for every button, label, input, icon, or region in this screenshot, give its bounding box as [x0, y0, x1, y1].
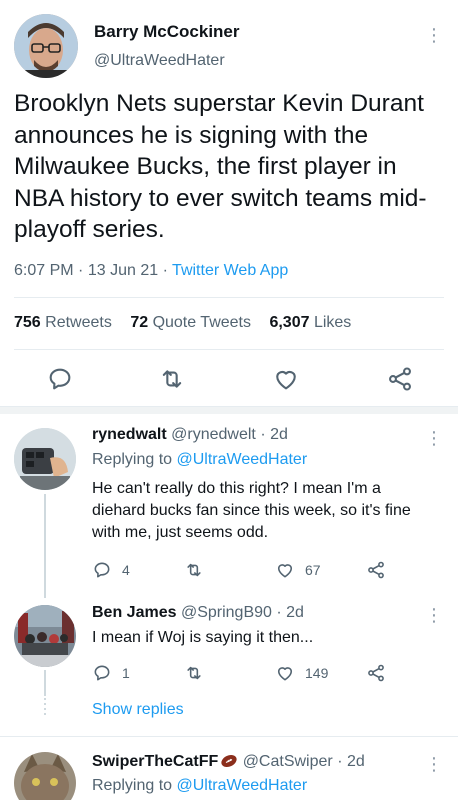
reply-author-name[interactable]: SwiperTheCatFF — [92, 753, 218, 770]
more-vertical-icon[interactable]: ⋮ — [425, 429, 443, 447]
reply-header: SwiperTheCatFF @CatSwiper · 2d — [92, 753, 365, 773]
retweets-count: 756 — [14, 314, 41, 331]
reply-text: He can't really do this right? I mean I'… — [92, 480, 411, 541]
author-avatar[interactable] — [14, 14, 78, 78]
reply-avatar[interactable] — [14, 752, 76, 800]
likes-label: Likes — [313, 314, 352, 331]
heart-icon[interactable] — [272, 365, 300, 393]
like-button[interactable]: 149 — [275, 663, 328, 683]
heart-icon — [277, 564, 293, 578]
reply-button[interactable]: 4 — [92, 560, 130, 580]
divider — [14, 349, 444, 350]
reply-age[interactable]: 2d — [286, 604, 304, 621]
like-count: 67 — [305, 562, 321, 578]
meta-separator: · — [162, 262, 168, 279]
more-vertical-icon[interactable]: ⋮ — [425, 755, 443, 773]
quote-label: Quote Tweets — [152, 314, 251, 331]
show-replies-link[interactable]: Show replies — [92, 701, 184, 719]
author-name[interactable]: Barry McCockiner — [94, 22, 240, 42]
share-button[interactable] — [366, 560, 386, 580]
tweet-source[interactable]: Twitter Web App — [172, 262, 288, 279]
tweet-stats: 756 Retweets 72 Quote Tweets 6,307 Likes — [14, 314, 351, 332]
reply-icon — [94, 665, 110, 681]
divider — [14, 297, 444, 298]
replying-to: Replying to @UltraWeedHater — [92, 451, 307, 469]
reply-author-handle[interactable]: @SpringB90 — [181, 604, 272, 621]
likes-count: 6,307 — [269, 314, 310, 331]
retweet-button[interactable] — [184, 560, 204, 580]
reply-header: rynedwalt @rynedwelt · 2d — [92, 426, 288, 444]
reply-count: 4 — [122, 562, 130, 578]
reply-age[interactable]: 2d — [347, 753, 365, 770]
thread-dots — [44, 698, 46, 720]
retweet-icon[interactable] — [158, 365, 186, 393]
replying-to-label: Replying to — [92, 777, 173, 794]
replying-to: Replying to @UltraWeedHater — [92, 777, 307, 795]
reply-author-handle[interactable]: @rynedwelt — [171, 426, 256, 443]
reply-author-name[interactable]: rynedwalt — [92, 426, 167, 443]
divider — [0, 736, 458, 737]
replying-to-handle[interactable]: @UltraWeedHater — [177, 451, 308, 468]
retweet-icon — [187, 666, 201, 680]
reply-header: Ben James @SpringB90 · 2d — [92, 604, 304, 622]
replying-to-handle[interactable]: @UltraWeedHater — [177, 777, 308, 794]
share-icon — [368, 561, 384, 579]
meta-separator: · — [260, 426, 266, 443]
share-button[interactable] — [366, 663, 386, 683]
reply-age[interactable]: 2d — [270, 426, 288, 443]
retweet-icon — [187, 563, 201, 577]
author-handle[interactable]: @UltraWeedHater — [94, 52, 225, 70]
reply-text: I mean if Woj is saying it then... — [92, 629, 314, 646]
reply-count: 1 — [122, 665, 130, 681]
reply-avatar[interactable] — [14, 428, 76, 490]
tweet-date[interactable]: 13 Jun 21 — [88, 262, 158, 279]
meta-separator: · — [337, 753, 343, 770]
section-divider — [0, 406, 458, 414]
reply-author-handle[interactable]: @CatSwiper — [243, 753, 333, 770]
retweet-button[interactable] — [184, 663, 204, 683]
reply-icon[interactable] — [46, 365, 74, 393]
more-vertical-icon[interactable]: ⋮ — [425, 26, 443, 44]
football-emoji-icon — [220, 754, 238, 773]
share-icon[interactable] — [386, 365, 414, 393]
quote-tweets-stat[interactable]: 72 Quote Tweets — [130, 314, 251, 331]
reply-icon — [94, 562, 110, 578]
meta-separator: · — [78, 262, 84, 279]
reply-button[interactable]: 1 — [92, 663, 130, 683]
meta-separator: · — [276, 604, 282, 621]
retweets-label: Retweets — [45, 314, 112, 331]
likes-stat[interactable]: 6,307 Likes — [269, 314, 351, 331]
reply-avatar[interactable] — [14, 605, 76, 667]
tweet-meta: 6:07 PM · 13 Jun 21 · Twitter Web App — [14, 262, 288, 280]
thread-line — [44, 670, 46, 696]
replying-to-label: Replying to — [92, 451, 173, 468]
reply-author-name[interactable]: Ben James — [92, 604, 177, 621]
retweets-stat[interactable]: 756 Retweets — [14, 314, 112, 331]
tweet-text: Brooklyn Nets superstar Kevin Durant ann… — [14, 90, 427, 243]
more-vertical-icon[interactable]: ⋮ — [425, 606, 443, 624]
thread-line — [44, 494, 46, 598]
like-count: 149 — [305, 665, 329, 681]
share-icon — [368, 664, 384, 682]
quote-count: 72 — [130, 314, 149, 331]
like-button[interactable]: 67 — [275, 560, 321, 580]
heart-icon — [277, 667, 293, 681]
tweet-time[interactable]: 6:07 PM — [14, 262, 74, 279]
main-tweet: Barry McCockiner @UltraWeedHater ⋮ Brook… — [0, 0, 458, 405]
